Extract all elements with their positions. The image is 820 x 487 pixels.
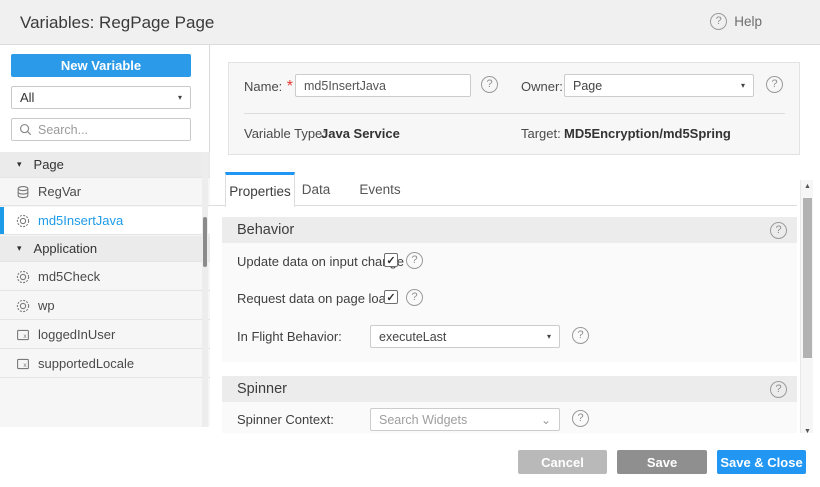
variable-filter-select[interactable]: All ▾ xyxy=(11,86,191,109)
form-divider xyxy=(244,113,785,114)
caret-down-icon: ▾ xyxy=(178,93,182,102)
tab-data[interactable]: Data xyxy=(294,172,338,206)
update-data-label: Update data on input change xyxy=(237,254,404,269)
owner-label: Owner: xyxy=(521,79,563,94)
request-data-help-icon[interactable]: ? xyxy=(406,289,423,306)
tab-properties[interactable]: Properties xyxy=(225,172,295,207)
search-icon xyxy=(19,123,32,136)
caret-down-icon: ▾ xyxy=(547,332,551,341)
caret-down-icon: ▾ xyxy=(741,81,745,90)
tree-item-wp[interactable]: wp xyxy=(0,292,210,320)
inflight-select[interactable]: executeLast ▾ xyxy=(370,325,560,348)
behavior-section-body: Update data on input change ✓ ? Request … xyxy=(222,243,797,362)
save-button[interactable]: Save xyxy=(617,450,707,474)
scroll-up-icon[interactable]: ▲ xyxy=(801,180,814,192)
chevron-down-icon: ⌄ xyxy=(541,417,551,423)
tree-item-supportedlocale[interactable]: x supportedLocale xyxy=(0,350,210,378)
content-scrollbar-thumb[interactable] xyxy=(803,198,812,358)
search-input[interactable] xyxy=(38,123,168,137)
caret-down-icon: ▾ xyxy=(17,159,22,170)
live-variable-icon xyxy=(15,184,31,200)
variable-search-box[interactable] xyxy=(11,118,191,141)
tree-item-label: RegVar xyxy=(38,184,81,199)
request-data-row: Request data on page load xyxy=(237,291,393,306)
variable-summary-panel: Name: * ? Owner: * Page ▾ ? Variable Typ… xyxy=(228,62,800,155)
content-scrollbar[interactable]: ▲ ▼ xyxy=(800,180,813,437)
owner-select[interactable]: Page ▾ xyxy=(564,74,754,97)
tree-item-regvar[interactable]: RegVar xyxy=(0,178,210,206)
update-data-row: Update data on input change xyxy=(237,254,404,269)
sidebar-scrollbar-track[interactable] xyxy=(202,152,208,427)
tree-item-label: wp xyxy=(38,298,55,313)
properties-tab-content: Behavior ? Update data on input change ✓… xyxy=(210,206,798,433)
tree-item-label: md5InsertJava xyxy=(38,213,123,228)
selected-indicator xyxy=(0,207,4,234)
variable-type-label: Variable Type: xyxy=(244,126,326,141)
static-variable-icon: x xyxy=(15,327,31,343)
tree-item-label: md5Check xyxy=(38,269,100,284)
tree-item-md5insertjava[interactable]: md5InsertJava xyxy=(0,207,210,235)
tree-group-label: Application xyxy=(34,241,98,256)
name-label-wrap: Name: * xyxy=(244,78,293,96)
dialog-footer: Cancel Save Save & Close xyxy=(210,433,820,487)
tree-group-page[interactable]: ▾ Page xyxy=(0,152,210,178)
spinner-context-row: Spinner Context: xyxy=(237,412,334,427)
spinner-context-combobox[interactable]: Search Widgets ⌄ xyxy=(370,408,560,431)
name-label: Name: xyxy=(244,79,282,94)
cancel-button[interactable]: Cancel xyxy=(518,450,607,474)
page-title: Variables: RegPage Page xyxy=(20,13,214,33)
name-input[interactable] xyxy=(295,74,471,97)
spinner-context-placeholder: Search Widgets xyxy=(379,413,467,427)
help-icon: ? xyxy=(710,13,727,30)
tree-item-md5check[interactable]: md5Check xyxy=(0,263,210,291)
java-service-icon xyxy=(15,213,31,229)
spinner-context-label: Spinner Context: xyxy=(237,412,334,427)
tree-item-loggedinuser[interactable]: x loggedInUser xyxy=(0,321,210,349)
caret-down-icon: ▾ xyxy=(17,243,22,254)
tree-item-label: loggedInUser xyxy=(38,327,115,342)
dialog-header: Variables: RegPage Page ? Help xyxy=(0,0,820,45)
tab-events[interactable]: Events xyxy=(352,172,408,206)
inflight-row: In Flight Behavior: xyxy=(237,329,342,344)
variables-tree: ▾ Page RegVar md5InsertJava ▾ Applicatio… xyxy=(0,152,210,427)
tree-group-application[interactable]: ▾ Application xyxy=(0,236,210,262)
behavior-section-title: Behavior xyxy=(237,222,294,238)
inflight-select-value: executeLast xyxy=(379,330,446,344)
request-data-checkbox[interactable]: ✓ xyxy=(384,290,398,304)
static-variable-icon: x xyxy=(15,356,31,372)
name-help-icon[interactable]: ? xyxy=(481,76,498,93)
spinner-section-header: Spinner ? xyxy=(222,376,797,402)
sidebar-scrollbar-thumb[interactable] xyxy=(203,217,207,267)
update-data-help-icon[interactable]: ? xyxy=(406,252,423,269)
tree-group-label: Page xyxy=(34,157,64,172)
java-service-icon xyxy=(15,298,31,314)
help-link[interactable]: ? Help xyxy=(710,13,762,30)
variable-type-value: Java Service xyxy=(321,126,400,141)
target-value: MD5Encryption/md5Spring xyxy=(564,126,731,141)
behavior-section-header: Behavior ? xyxy=(222,217,797,243)
owner-select-value: Page xyxy=(573,79,602,93)
inflight-help-icon[interactable]: ? xyxy=(572,327,589,344)
spinner-help-icon[interactable]: ? xyxy=(770,381,787,398)
save-and-close-button[interactable]: Save & Close xyxy=(717,450,806,474)
java-service-icon xyxy=(15,269,31,285)
behavior-section: Behavior ? Update data on input change ✓… xyxy=(222,217,797,362)
new-variable-button[interactable]: New Variable xyxy=(11,54,191,77)
help-label: Help xyxy=(734,14,762,29)
tree-item-label: supportedLocale xyxy=(38,356,134,371)
update-data-checkbox[interactable]: ✓ xyxy=(384,253,398,267)
behavior-help-icon[interactable]: ? xyxy=(770,222,787,239)
spinner-section: Spinner ? Spinner Context: Search Widget… xyxy=(222,376,797,433)
request-data-label: Request data on page load xyxy=(237,291,393,306)
spinner-section-title: Spinner xyxy=(237,381,287,397)
variables-sidebar: New Variable All ▾ ▾ Page RegVar md5Inse… xyxy=(0,45,210,427)
spinner-section-body: Spinner Context: Search Widgets ⌄ ? xyxy=(222,402,797,433)
spinner-context-help-icon[interactable]: ? xyxy=(572,410,589,427)
required-asterisk: * xyxy=(287,78,293,95)
owner-help-icon[interactable]: ? xyxy=(766,76,783,93)
variable-filter-value: All xyxy=(20,90,34,105)
inflight-label: In Flight Behavior: xyxy=(237,329,342,344)
target-label: Target: xyxy=(521,126,561,141)
